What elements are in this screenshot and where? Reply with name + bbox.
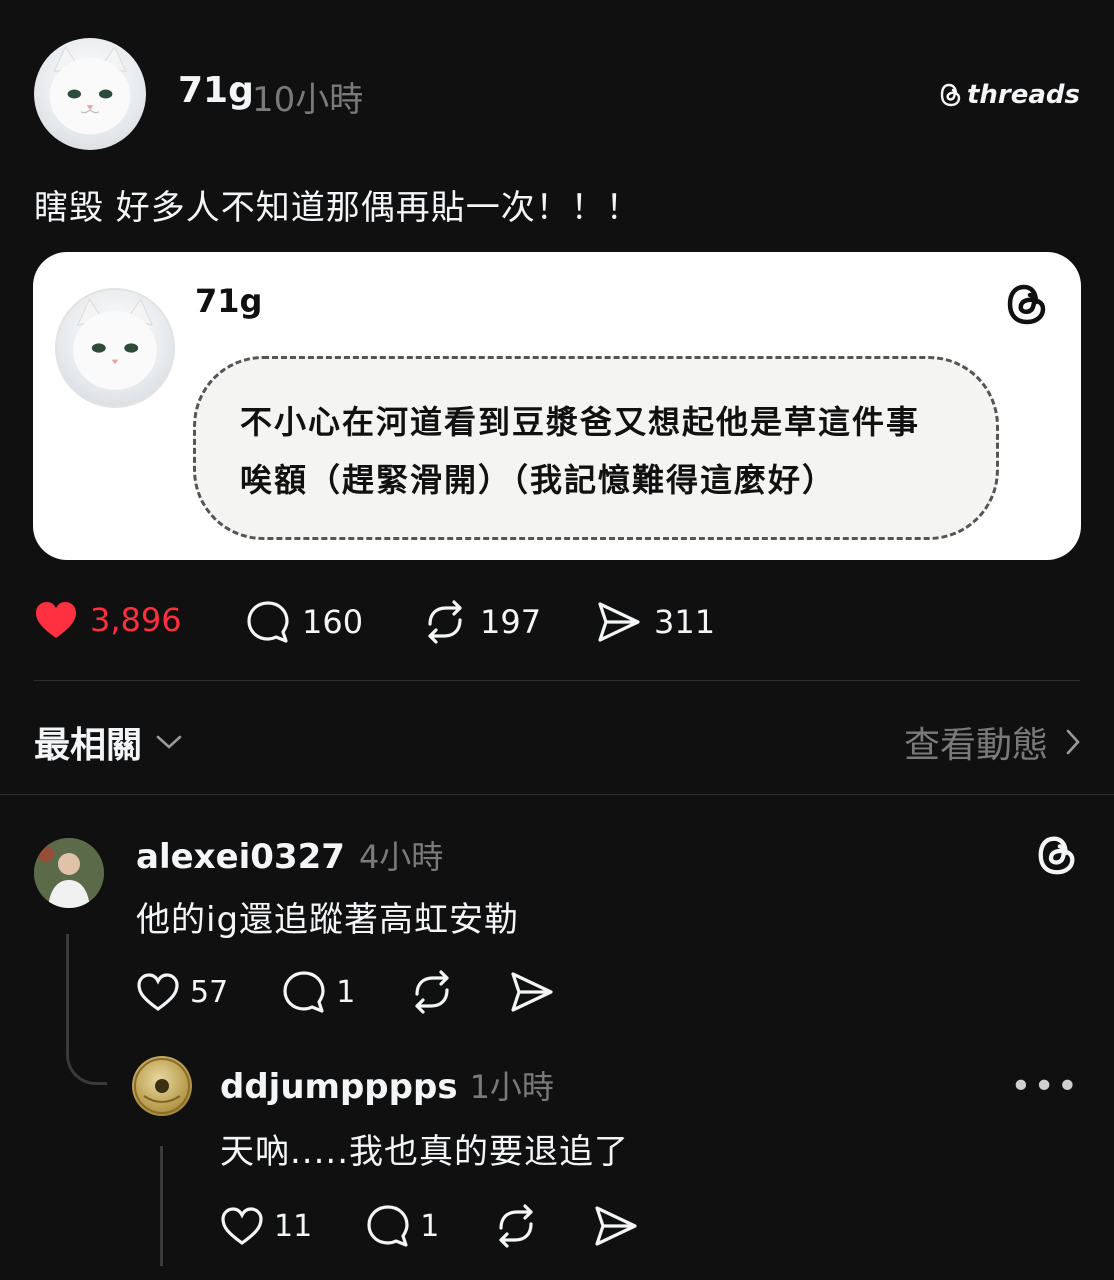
cat-avatar-image [49, 45, 131, 135]
commenter-avatar[interactable] [132, 1056, 192, 1116]
reply-button[interactable]: 1 [366, 1204, 439, 1248]
chevron-down-icon [156, 735, 182, 749]
heart-icon [36, 602, 76, 638]
comment-icon [283, 971, 325, 1013]
threads-icon [1007, 284, 1046, 325]
comment-actions: 57 1 [136, 970, 609, 1014]
comment-time: 1小時 [469, 1068, 554, 1106]
more-options-button[interactable]: ••• [1010, 1066, 1080, 1107]
comment-icon [367, 1205, 409, 1247]
comment-button[interactable]: 160 [246, 600, 363, 644]
sort-label: 最相關 [34, 725, 143, 766]
like-count: 57 [190, 974, 229, 1010]
share-icon [598, 602, 640, 642]
activity-label: 查看動態 [903, 725, 1048, 766]
comment-username[interactable]: alexei0327 [136, 837, 345, 877]
like-count: 3,896 [90, 601, 182, 639]
share-button[interactable]: 311 [596, 600, 715, 644]
comment-username[interactable]: ddjumpppps [220, 1067, 458, 1107]
repost-icon [415, 970, 449, 1014]
share-button[interactable] [593, 1204, 639, 1248]
quoted-username: 71g [195, 282, 263, 320]
author-avatar[interactable] [34, 38, 146, 150]
threads-wordmark: threads [966, 80, 1080, 110]
person-avatar-image [34, 838, 104, 908]
like-button[interactable]: 11 [220, 1206, 312, 1246]
thread-connector-line [160, 1146, 163, 1266]
more-icon: ••• [1010, 1066, 1080, 1107]
threads-icon [1038, 836, 1075, 875]
share-icon [511, 972, 553, 1012]
share-button[interactable] [509, 970, 555, 1014]
speech-bubble: 不小心在河道看到豆漿爸又想起他是草這件事 唉額（趕緊滑開）（我記憶難得這麼好） [193, 356, 999, 540]
share-icon [595, 1206, 637, 1246]
comment-icon [247, 601, 289, 643]
comment-header: alexei0327 4小時 [136, 832, 443, 878]
bubble-text-line1: 不小心在河道看到豆漿爸又想起他是草這件事 [240, 403, 921, 441]
coin-avatar-image [134, 1058, 190, 1114]
comment-count: 160 [302, 603, 364, 641]
bubble-text-line2: 唉額（趕緊滑開）（我記憶難得這麼好） [240, 461, 837, 499]
post-text: 瞎毀 好多人不知道那偶再貼一次！！！ [34, 188, 641, 228]
comment-text: 他的ig還追蹤著高虹安勒 [136, 900, 520, 940]
repost-icon [428, 600, 462, 644]
quoted-author-avatar [55, 288, 175, 408]
view-activity-link[interactable]: 查看動態 [904, 716, 1080, 768]
like-count: 11 [274, 1208, 313, 1244]
comment-text: 天吶.....我也真的要退追了 [220, 1132, 630, 1172]
reply-count: 1 [420, 1208, 440, 1244]
comment-actions: 11 1 [220, 1204, 693, 1248]
repost-button[interactable] [493, 1204, 539, 1248]
post-time: 10小時 [252, 80, 364, 120]
comment-header: ddjumpppps 1小時 [220, 1062, 554, 1108]
heart-icon [137, 973, 179, 1011]
share-count: 311 [654, 603, 716, 641]
cat-avatar-image [73, 298, 157, 390]
author-username[interactable]: 71g [178, 70, 254, 111]
commenter-avatar[interactable] [34, 838, 104, 908]
divider [34, 680, 1080, 681]
reply-count: 1 [336, 974, 356, 1010]
repost-button[interactable]: 197 [422, 600, 541, 644]
like-button[interactable]: 3,896 [34, 600, 182, 640]
thread-connector-line [66, 934, 107, 1085]
sort-dropdown[interactable]: 最相關 [34, 716, 182, 768]
quoted-post-card[interactable]: 71g 不小心在河道看到豆漿爸又想起他是草這件事 唉額（趕緊滑開）（我記憶難得這… [33, 252, 1081, 560]
reply-button[interactable]: 1 [282, 970, 355, 1014]
like-button[interactable]: 57 [136, 972, 228, 1012]
comment-time: 4小時 [358, 838, 444, 876]
repost-count: 197 [480, 603, 542, 641]
chevron-right-icon [1066, 729, 1080, 755]
threads-icon [940, 83, 961, 107]
repost-button[interactable] [409, 970, 455, 1014]
threads-logo[interactable]: threads [939, 80, 1080, 110]
repost-icon [499, 1204, 533, 1248]
heart-icon [221, 1207, 263, 1245]
divider [0, 794, 1114, 795]
